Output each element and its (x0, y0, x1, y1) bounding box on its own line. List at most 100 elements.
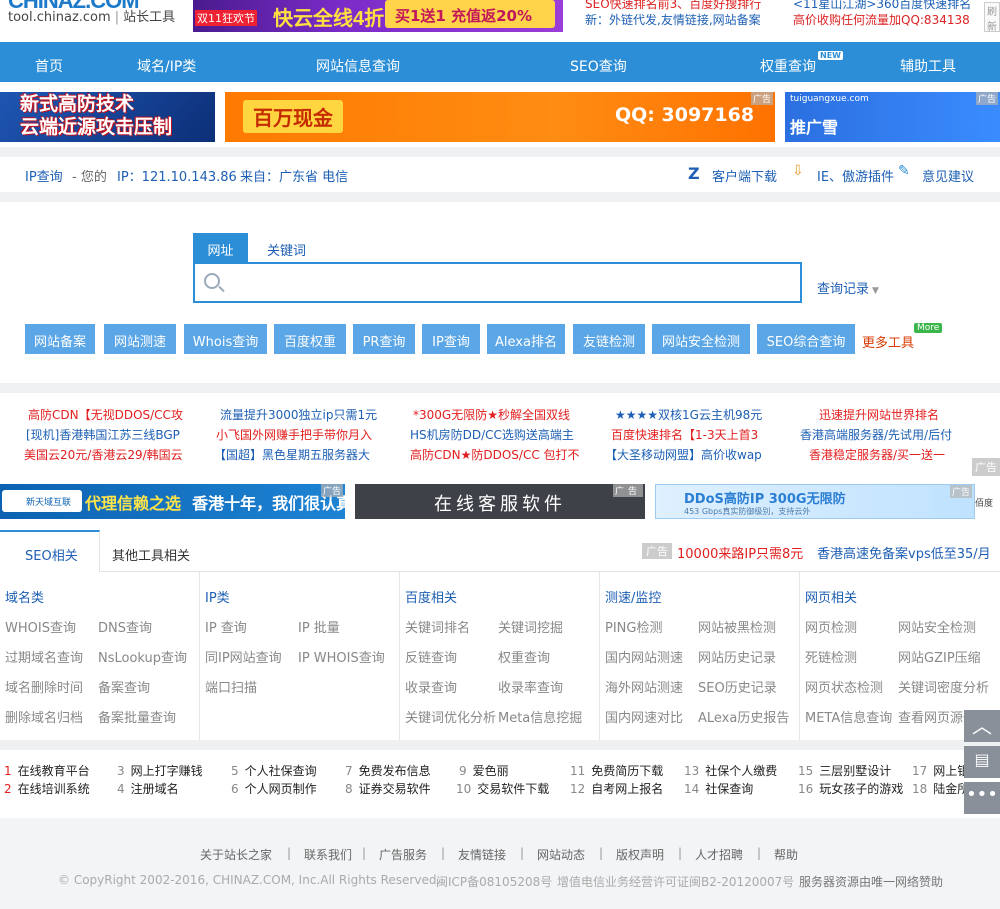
tool-link[interactable]: 收录率查询 (498, 677, 563, 696)
text-ad[interactable]: 香港高速免备案vps低至35/月 (817, 543, 991, 562)
quick-btn-seo[interactable]: SEO综合查询 (757, 324, 855, 354)
query-history-dropdown[interactable]: 查询记录 ▼ (817, 278, 879, 297)
nav-site-info[interactable]: 网站信息查询 (316, 56, 400, 76)
quick-btn-links[interactable]: 友链检测 (573, 324, 645, 354)
tool-link[interactable]: 网站历史记录 (698, 647, 776, 666)
tool-link[interactable]: 海外网站测速 (605, 677, 683, 696)
quick-btn-speed[interactable]: 网站测速 (104, 324, 176, 354)
icp-link[interactable]: 闽ICP备08105208号 (436, 873, 552, 890)
text-ad[interactable]: 香港稳定服务器/买一送一 (809, 446, 945, 463)
nav-weight[interactable]: 权重查询 (760, 56, 816, 76)
banner-ad-service[interactable]: 在线客服软件 广告 (355, 484, 645, 519)
text-ad[interactable]: 小飞国外网赚手把手带你月入 (216, 426, 372, 443)
tool-link[interactable]: 网站安全检测 (898, 617, 976, 636)
tool-link[interactable]: ALexa历史报告 (698, 707, 789, 726)
text-ad[interactable]: 流量提升3000独立ip只需1元 (220, 406, 377, 423)
quick-btn-icp[interactable]: 网站备案 (25, 324, 95, 354)
nav-seo[interactable]: SEO查询 (570, 56, 627, 76)
text-ad[interactable]: 高防CDN★防DDOS/CC 包打不 (410, 446, 580, 463)
hot-item[interactable]: 13 社保个人缴费 (684, 762, 777, 779)
quick-btn-whois[interactable]: Whois查询 (184, 324, 267, 354)
text-ad[interactable]: [现机]香港韩国江苏三线BGP (26, 426, 180, 443)
hot-item[interactable]: 12 自考网上报名 (570, 780, 663, 797)
footer-link[interactable]: 联系我们 (304, 846, 352, 863)
hot-item[interactable]: 15 三层别墅设计 (798, 762, 891, 779)
tab-other-tools[interactable]: 其他工具相关 (112, 545, 190, 564)
tool-link[interactable]: 权重查询 (498, 647, 550, 666)
text-ad[interactable]: 美国云20元/香港云29/韩国云 (24, 446, 183, 463)
tool-link[interactable]: 国内网速对比 (605, 707, 683, 726)
hot-item[interactable]: 10 交易软件下载 (456, 780, 549, 797)
tab-keyword[interactable]: 关键词 (267, 240, 306, 259)
tool-link[interactable]: 网站GZIP压缩 (898, 647, 981, 666)
ip-query-link[interactable]: IP查询 (25, 166, 63, 185)
tool-link[interactable]: META信息查询 (805, 707, 892, 726)
tool-link[interactable]: 反链查询 (405, 647, 457, 666)
plugin-link[interactable]: IE、傲游插件 (817, 166, 894, 185)
hot-item[interactable]: 9 爱色丽 (459, 762, 509, 779)
tool-link[interactable]: 同IP网站查询 (205, 647, 282, 666)
hot-item[interactable]: 2 在线培训系统 (4, 780, 90, 797)
tool-link[interactable]: IP WHOIS查询 (298, 647, 385, 666)
nav-domain-ip[interactable]: 域名/IP类 (137, 56, 196, 76)
tool-link[interactable]: DNS查询 (98, 617, 152, 636)
footer-link[interactable]: 友情链接 (458, 846, 506, 863)
text-ad[interactable]: 高价收购任何流量加QQ:834138 (793, 11, 970, 28)
feedback-float-button[interactable]: ▤ (964, 746, 1000, 778)
tool-link[interactable]: 端口扫描 (205, 677, 257, 696)
text-ad[interactable]: 10000来路IP只需8元 (677, 543, 803, 562)
tool-link[interactable]: NsLookup查询 (98, 647, 187, 666)
tool-link[interactable]: 网站被黑检测 (698, 617, 776, 636)
tool-link[interactable]: 过期域名查询 (5, 647, 83, 666)
tool-link[interactable]: 网页检测 (805, 617, 857, 636)
tool-link[interactable]: 收录查询 (405, 677, 457, 696)
footer-link[interactable]: 关于站长之家 (200, 846, 272, 863)
text-ad[interactable]: HS机房防DD/CC选购送高端主 (410, 426, 574, 443)
banner-ad-center[interactable]: 百万现金 QQ: 3097168 广告 (225, 92, 775, 142)
search-input[interactable] (193, 262, 802, 303)
quick-btn-pr[interactable]: PR查询 (353, 324, 415, 354)
tool-link[interactable]: IP 批量 (298, 617, 340, 636)
nav-tools[interactable]: 辅助工具 (900, 56, 956, 76)
refresh-button[interactable]: 刷新 (984, 2, 1000, 33)
hot-item[interactable]: 7 免费发布信息 (345, 762, 431, 779)
hot-item[interactable]: 3 网上打字赚钱 (117, 762, 203, 779)
hot-item[interactable]: 16 玩女孩子的游戏 (798, 780, 903, 797)
hot-item[interactable]: 6 个人网页制作 (231, 780, 317, 797)
banner-ad-right[interactable]: tuiguangxue.com 推广雪 广告 (785, 92, 1000, 142)
tool-link[interactable]: Meta信息挖掘 (498, 707, 582, 726)
tool-link[interactable]: 关键词排名 (405, 617, 470, 636)
tool-link[interactable]: 关键词挖掘 (498, 617, 563, 636)
footer-link[interactable]: 人才招聘 (695, 846, 743, 863)
tool-link[interactable]: 网页状态检测 (805, 677, 883, 696)
nav-home[interactable]: 首页 (35, 56, 63, 76)
hot-item[interactable]: 14 社保查询 (684, 780, 753, 797)
logo-subtitle[interactable]: tool.chinaz.com | 站长工具 (8, 6, 175, 25)
tool-link[interactable]: 备案批量查询 (98, 707, 176, 726)
tool-link[interactable]: PING检测 (605, 617, 662, 636)
top-banner-ad[interactable]: 双11狂欢节 快云全线4折 买1送1 充值返20% (193, 0, 563, 32)
text-ad[interactable]: ★★★★双核1G云主机98元 (615, 406, 762, 423)
footer-link[interactable]: 帮助 (774, 846, 798, 863)
tool-link[interactable]: 关键词密度分析 (898, 677, 989, 696)
text-ad[interactable]: *300G无限防★秒解全国双线 (413, 406, 570, 423)
hot-item[interactable]: 8 证券交易软件 (345, 780, 431, 797)
back-to-top-button[interactable]: ︿ (964, 710, 1000, 742)
more-float-button[interactable]: ••• (964, 782, 1000, 814)
tool-link[interactable]: SEO历史记录 (698, 677, 777, 696)
quick-btn-ip[interactable]: IP查询 (422, 324, 480, 354)
quick-btn-baidu-weight[interactable]: 百度权重 (274, 324, 346, 354)
text-ad[interactable]: 高防CDN【无视DDOS/CC攻 (28, 406, 183, 423)
hot-item[interactable]: 11 免费简历下载 (570, 762, 663, 779)
quick-btn-alexa[interactable]: Alexa排名 (487, 324, 565, 354)
text-ad[interactable]: 迅速提升网站世界排名 (819, 406, 939, 423)
tool-link[interactable]: IP 查询 (205, 617, 247, 636)
quick-btn-security[interactable]: 网站安全检测 (652, 324, 750, 354)
text-ad[interactable]: 【大圣移动网盟】高价收wap (605, 446, 762, 463)
text-ad[interactable]: 【国超】黑色星期五服务器大 (214, 446, 370, 463)
tool-link[interactable]: 死链检测 (805, 647, 857, 666)
banner-ad-ddos[interactable]: DDoS高防IP 300G无限防 453 Gbps真实防御级别，支持云外 广告 (655, 484, 975, 519)
banner-ad-left[interactable]: 新式高防技术 云端近源攻击压制 (0, 92, 215, 142)
footer-link[interactable]: 广告服务 (379, 846, 427, 863)
hot-item[interactable]: 1 在线教育平台 (4, 762, 90, 779)
